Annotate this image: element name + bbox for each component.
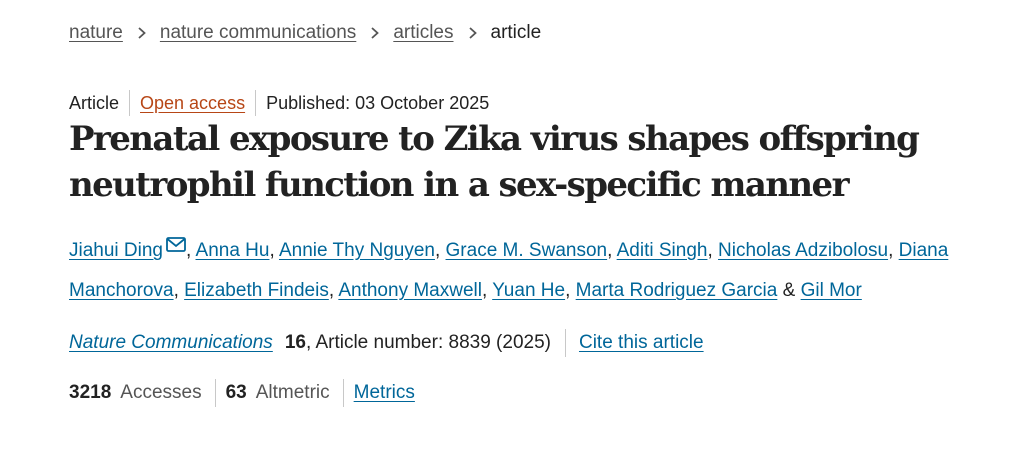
divider [214, 379, 216, 407]
author-separator: , [565, 280, 576, 301]
mail-icon[interactable] [166, 237, 186, 253]
citation: Nature Communications 16 , Article numbe… [69, 329, 704, 357]
breadcrumb-link-articles[interactable]: articles [393, 20, 453, 46]
article-header: nature nature communications articles ar… [0, 0, 1029, 449]
author-link[interactable]: Anna Hu [196, 240, 270, 261]
author-separator-and: & [777, 280, 801, 301]
author-separator: , [481, 280, 493, 301]
accesses-count: 3218 [69, 382, 112, 403]
author-link[interactable]: Nicholas Adzibolosu [718, 240, 888, 261]
article-meta: Article Open access Published: 03 Octobe… [69, 90, 489, 116]
open-access-link[interactable]: Open access [140, 90, 245, 116]
author-link[interactable]: Yuan He [492, 280, 565, 301]
volume-number: 16 [284, 332, 306, 353]
article-number: , Article number: 8839 (2025) [305, 332, 551, 353]
article-metrics: 3218 Accesses 63 Altmetric Metrics [69, 379, 415, 407]
breadcrumb-current: article [490, 22, 542, 43]
author-link[interactable]: Jiahui Ding [69, 240, 163, 261]
author-separator: , [607, 240, 617, 261]
accesses-label: Accesses [120, 382, 202, 403]
divider [564, 329, 566, 357]
author-link[interactable]: Elizabeth Findeis [184, 280, 329, 301]
chevron-right-icon [369, 26, 381, 40]
author-link[interactable]: Anthony Maxwell [338, 280, 482, 301]
published-date: Published: 03 October 2025 [266, 93, 490, 113]
author-list: Jiahui Ding, Anna Hu, Annie Thy Nguyen, … [69, 231, 999, 311]
author-separator: , [707, 240, 719, 261]
breadcrumb-link-nature-communications[interactable]: nature communications [160, 20, 356, 46]
author-separator: , [434, 240, 446, 261]
author-separator: , [173, 280, 185, 301]
journal-link[interactable]: Nature Communications [69, 329, 273, 357]
divider [342, 379, 344, 407]
breadcrumb: nature nature communications articles ar… [69, 20, 541, 46]
author-link[interactable]: Gil Mor [801, 280, 862, 301]
author-link[interactable]: Annie Thy Nguyen [279, 240, 435, 261]
altmetric-label: Altmetric [255, 382, 330, 403]
chevron-right-icon [136, 26, 148, 40]
author-link[interactable]: Grace M. Swanson [446, 240, 608, 261]
metrics-link[interactable]: Metrics [354, 379, 415, 407]
author-link[interactable]: Marta Rodriguez Garcia [576, 280, 778, 301]
author-separator: , [269, 240, 279, 261]
article-type: Article [69, 93, 120, 113]
divider [129, 90, 131, 116]
chevron-right-icon [467, 26, 479, 40]
altmetric-score: 63 [225, 382, 247, 403]
breadcrumb-link-nature[interactable]: nature [69, 20, 123, 46]
author-separator: , [186, 240, 196, 261]
divider [255, 90, 257, 116]
author-separator: , [328, 280, 339, 301]
author-separator: , [888, 240, 899, 261]
author-link[interactable]: Aditi Singh [617, 240, 708, 261]
article-title: Prenatal exposure to Zika virus shapes o… [69, 119, 920, 205]
cite-this-article-link[interactable]: Cite this article [579, 329, 704, 357]
